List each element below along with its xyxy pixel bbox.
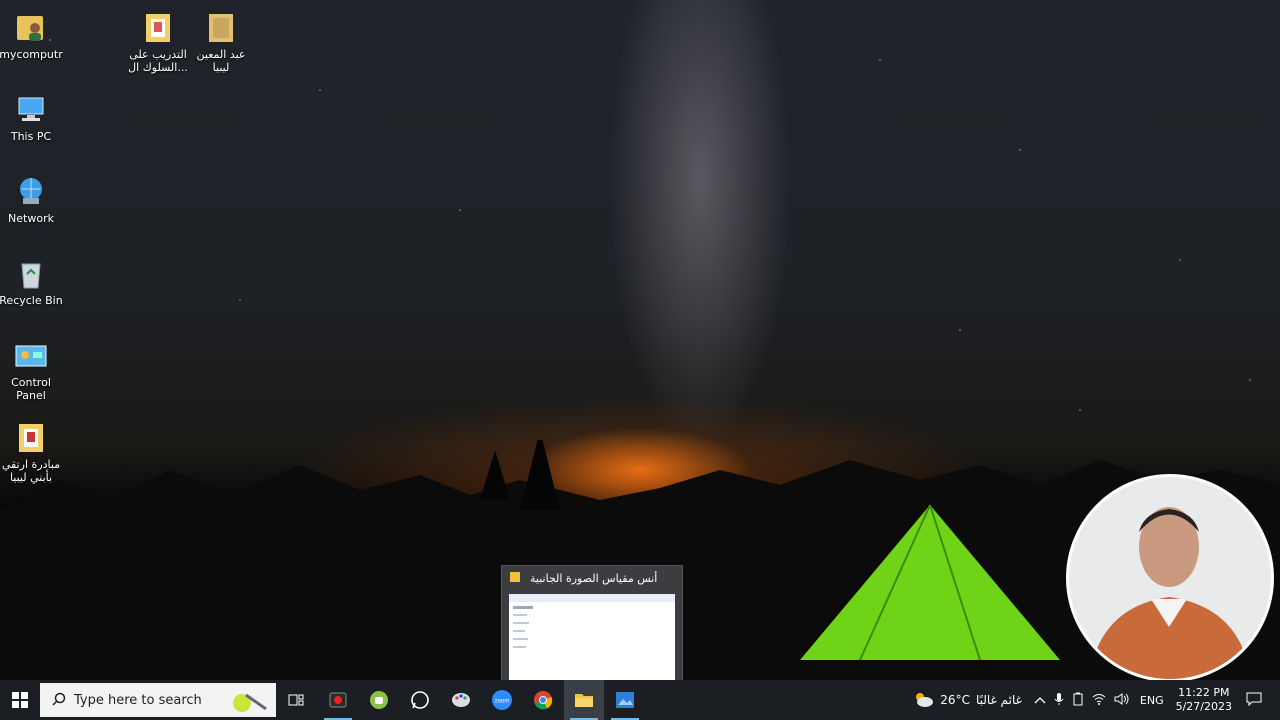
document-folder-icon [13, 420, 49, 456]
taskbar-app-chrome[interactable] [523, 680, 563, 720]
desktop-icon-network[interactable]: Network [0, 170, 63, 225]
desktop-icon-label: Network [8, 212, 54, 225]
taskbar: Type here to search zoom 26°C غائم غالبً… [0, 680, 1280, 720]
notification-icon[interactable] [1246, 692, 1262, 709]
search-highlight-icon [230, 685, 270, 719]
microphone-icon[interactable] [1054, 692, 1064, 709]
android-icon [370, 691, 388, 709]
folder-icon [510, 572, 520, 582]
clock-time: 11:22 PM [1178, 686, 1230, 699]
taskbar-app-paint[interactable] [441, 680, 481, 720]
this-pc-icon [13, 92, 49, 128]
preview-thumbnail[interactable] [509, 594, 675, 680]
palette-icon [452, 693, 470, 707]
preview-title: أنس مقياس الصورة الجانبية [530, 572, 658, 585]
weather-text[interactable]: غائم غالبًا [976, 693, 1022, 707]
taskbar-window-preview[interactable]: أنس مقياس الصورة الجانبية [501, 565, 683, 687]
desktop-icon-recycle-bin[interactable]: Recycle Bin [0, 252, 63, 307]
system-tray: 26°C غائم غالبًا ENG 11:22 PM 5/27/2023 [912, 680, 1280, 720]
language-indicator[interactable]: ENG [1140, 694, 1164, 707]
zoom-icon: zoom [492, 690, 512, 710]
desktop-icon-label: Control Panel [11, 376, 51, 402]
desktop-icon-label: مبادرة ارتقي بأبني ليبيا [1, 458, 61, 484]
desktop-icon-control-panel[interactable]: Control Panel [0, 334, 63, 402]
taskbar-app-whatsapp[interactable] [400, 680, 440, 720]
desktop-icon-label: Recycle Bin [0, 294, 63, 307]
taskbar-app-android[interactable] [359, 680, 399, 720]
folder-icon [203, 10, 239, 46]
volume-icon[interactable] [1114, 692, 1130, 708]
recycle-bin-icon [13, 256, 49, 292]
taskbar-app-file-explorer[interactable] [564, 680, 604, 720]
clock[interactable]: 11:22 PM 5/27/2023 [1176, 686, 1232, 714]
webcam-overlay [1066, 474, 1274, 682]
network-icon [13, 174, 49, 210]
user-folder-icon [13, 10, 49, 46]
search-placeholder: Type here to search [74, 692, 202, 708]
weather-temp[interactable]: 26°C [940, 693, 970, 707]
battery-icon[interactable] [1072, 692, 1084, 709]
record-icon [329, 692, 347, 708]
taskbar-app-recorder[interactable] [318, 680, 358, 720]
folder-icon [575, 694, 593, 707]
clock-date: 5/27/2023 [1175, 700, 1232, 713]
taskbar-app-photos[interactable] [605, 680, 645, 720]
windows-icon [12, 692, 28, 708]
document-folder-icon [140, 10, 176, 46]
desktop-icon-this-pc[interactable]: This PC [0, 88, 63, 143]
whatsapp-icon [411, 691, 429, 709]
desktop-icon-label: التدريب على السلوك ال... [128, 48, 188, 74]
desktop-icon-initiative[interactable]: مبادرة ارتقي بأبني ليبيا [0, 416, 63, 484]
desktop-icon-label: mycomputr [0, 48, 63, 61]
desktop-icon-training[interactable]: التدريب على السلوك ال... [126, 6, 190, 74]
control-panel-icon [13, 338, 49, 374]
desktop-icon-abdulmoein[interactable]: عبد المعين ليبيا [189, 6, 253, 74]
search-box[interactable]: Type here to search [40, 683, 276, 717]
svg-text:zoom: zoom [495, 699, 510, 705]
task-view-button[interactable] [276, 680, 316, 720]
task-view-icon [288, 694, 304, 706]
chevron-up-icon[interactable] [1034, 694, 1046, 707]
search-icon [52, 691, 66, 710]
weather-cloud-icon [912, 690, 934, 711]
taskbar-app-zoom[interactable]: zoom [482, 680, 522, 720]
chrome-icon [534, 691, 553, 710]
desktop-icon-label: عبد المعين ليبيا [196, 48, 246, 74]
start-button[interactable] [0, 680, 40, 720]
desktop-icon-label: This PC [10, 130, 52, 143]
desktop-icon-mycomputr[interactable]: mycomputr [0, 6, 63, 61]
photos-icon [616, 692, 634, 708]
wifi-icon[interactable] [1092, 693, 1106, 708]
